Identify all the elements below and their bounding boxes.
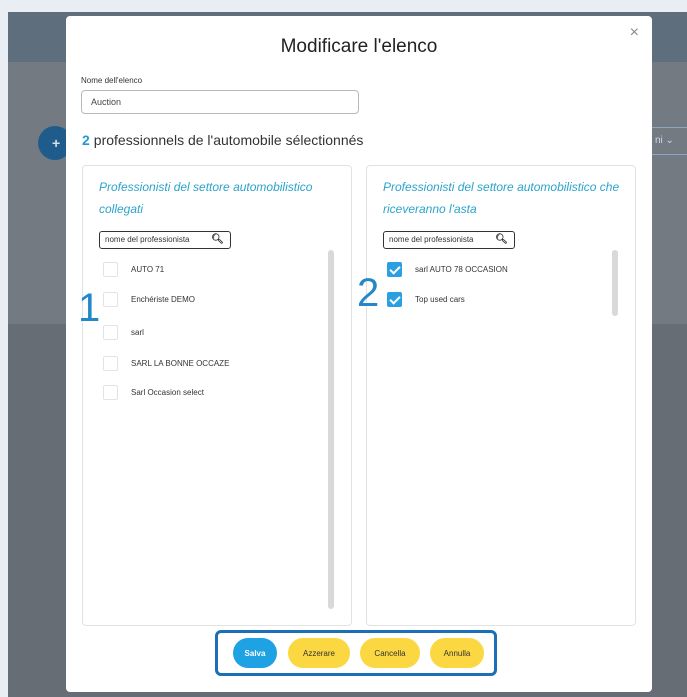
- list-item-label: AUTO 71: [131, 264, 165, 274]
- search-placeholder: nome del professionista: [105, 235, 190, 244]
- selected-summary: 2 professionnels de l'automobile sélectio…: [82, 132, 363, 148]
- reset-button[interactable]: Azzerare: [288, 638, 350, 668]
- search-icon[interactable]: 🔍︎: [211, 232, 224, 248]
- list-item-label: Enchériste DEMO: [131, 294, 196, 304]
- checkbox-checked[interactable]: [387, 291, 402, 307]
- scrollbar-linked[interactable]: [328, 250, 334, 609]
- list-item-label: Sarl Occasion select: [131, 387, 204, 397]
- list-item-label: sarl AUTO 78 OCCASION: [415, 264, 508, 274]
- checkbox-checked[interactable]: [387, 261, 402, 277]
- list-item-label: SARL LA BONNE OCCAZE: [131, 358, 230, 368]
- receiving-professionals-panel: Professionisti del settore automobilisti…: [366, 165, 636, 626]
- modal-title: Modificare l'elenco: [280, 36, 438, 57]
- checkbox[interactable]: [103, 355, 118, 371]
- cancel-button[interactable]: Annulla: [430, 638, 484, 668]
- list-item-label: Top used cars: [415, 294, 465, 304]
- checkbox[interactable]: [103, 261, 118, 277]
- scrollbar-receiving[interactable]: [612, 250, 618, 316]
- list-item[interactable]: SARL LA BONNE OCCAZE: [103, 355, 229, 371]
- save-button[interactable]: Salva: [233, 638, 277, 668]
- edit-list-modal: Modificare l'elenco × Nome dell'elenco 2…: [66, 16, 652, 692]
- list-item[interactable]: sarl: [103, 324, 144, 340]
- list-item[interactable]: Enchériste DEMO: [103, 291, 195, 307]
- list-name-label: Nome dell'elenco: [81, 76, 143, 85]
- search-icon[interactable]: 🔍︎: [495, 232, 508, 248]
- linked-professionals-panel: Professionisti del settore automobilisti…: [82, 165, 352, 626]
- background-dropdown-button[interactable]: ni ⌄: [646, 127, 687, 155]
- selected-text: professionnels de l'automobile sélection…: [93, 132, 364, 148]
- search-input-linked[interactable]: nome del professionista 🔍︎: [99, 231, 231, 249]
- checkbox[interactable]: [103, 384, 118, 400]
- annotation-number-1: 1: [78, 286, 101, 330]
- list-name-input[interactable]: [81, 90, 359, 114]
- checkbox[interactable]: [103, 324, 118, 340]
- search-input-receiving[interactable]: nome del professionista 🔍︎: [383, 231, 515, 249]
- panel-title-linked: Professionisti del settore automobilisti…: [99, 180, 313, 216]
- list-item[interactable]: AUTO 71: [103, 261, 164, 277]
- search-placeholder: nome del professionista: [389, 235, 474, 244]
- list-item[interactable]: Top used cars: [387, 291, 465, 307]
- clear-button[interactable]: Cancella: [360, 638, 420, 668]
- selected-count: 2: [82, 132, 90, 148]
- list-item[interactable]: sarl AUTO 78 OCCASION: [387, 261, 508, 277]
- close-icon[interactable]: ×: [630, 24, 639, 42]
- list-item[interactable]: Sarl Occasion select: [103, 384, 204, 400]
- annotation-number-2: 2: [357, 271, 380, 315]
- list-item-label: sarl: [131, 327, 144, 337]
- panel-title-receiving: Professionisti del settore automobilisti…: [383, 180, 620, 216]
- checkbox[interactable]: [103, 291, 118, 307]
